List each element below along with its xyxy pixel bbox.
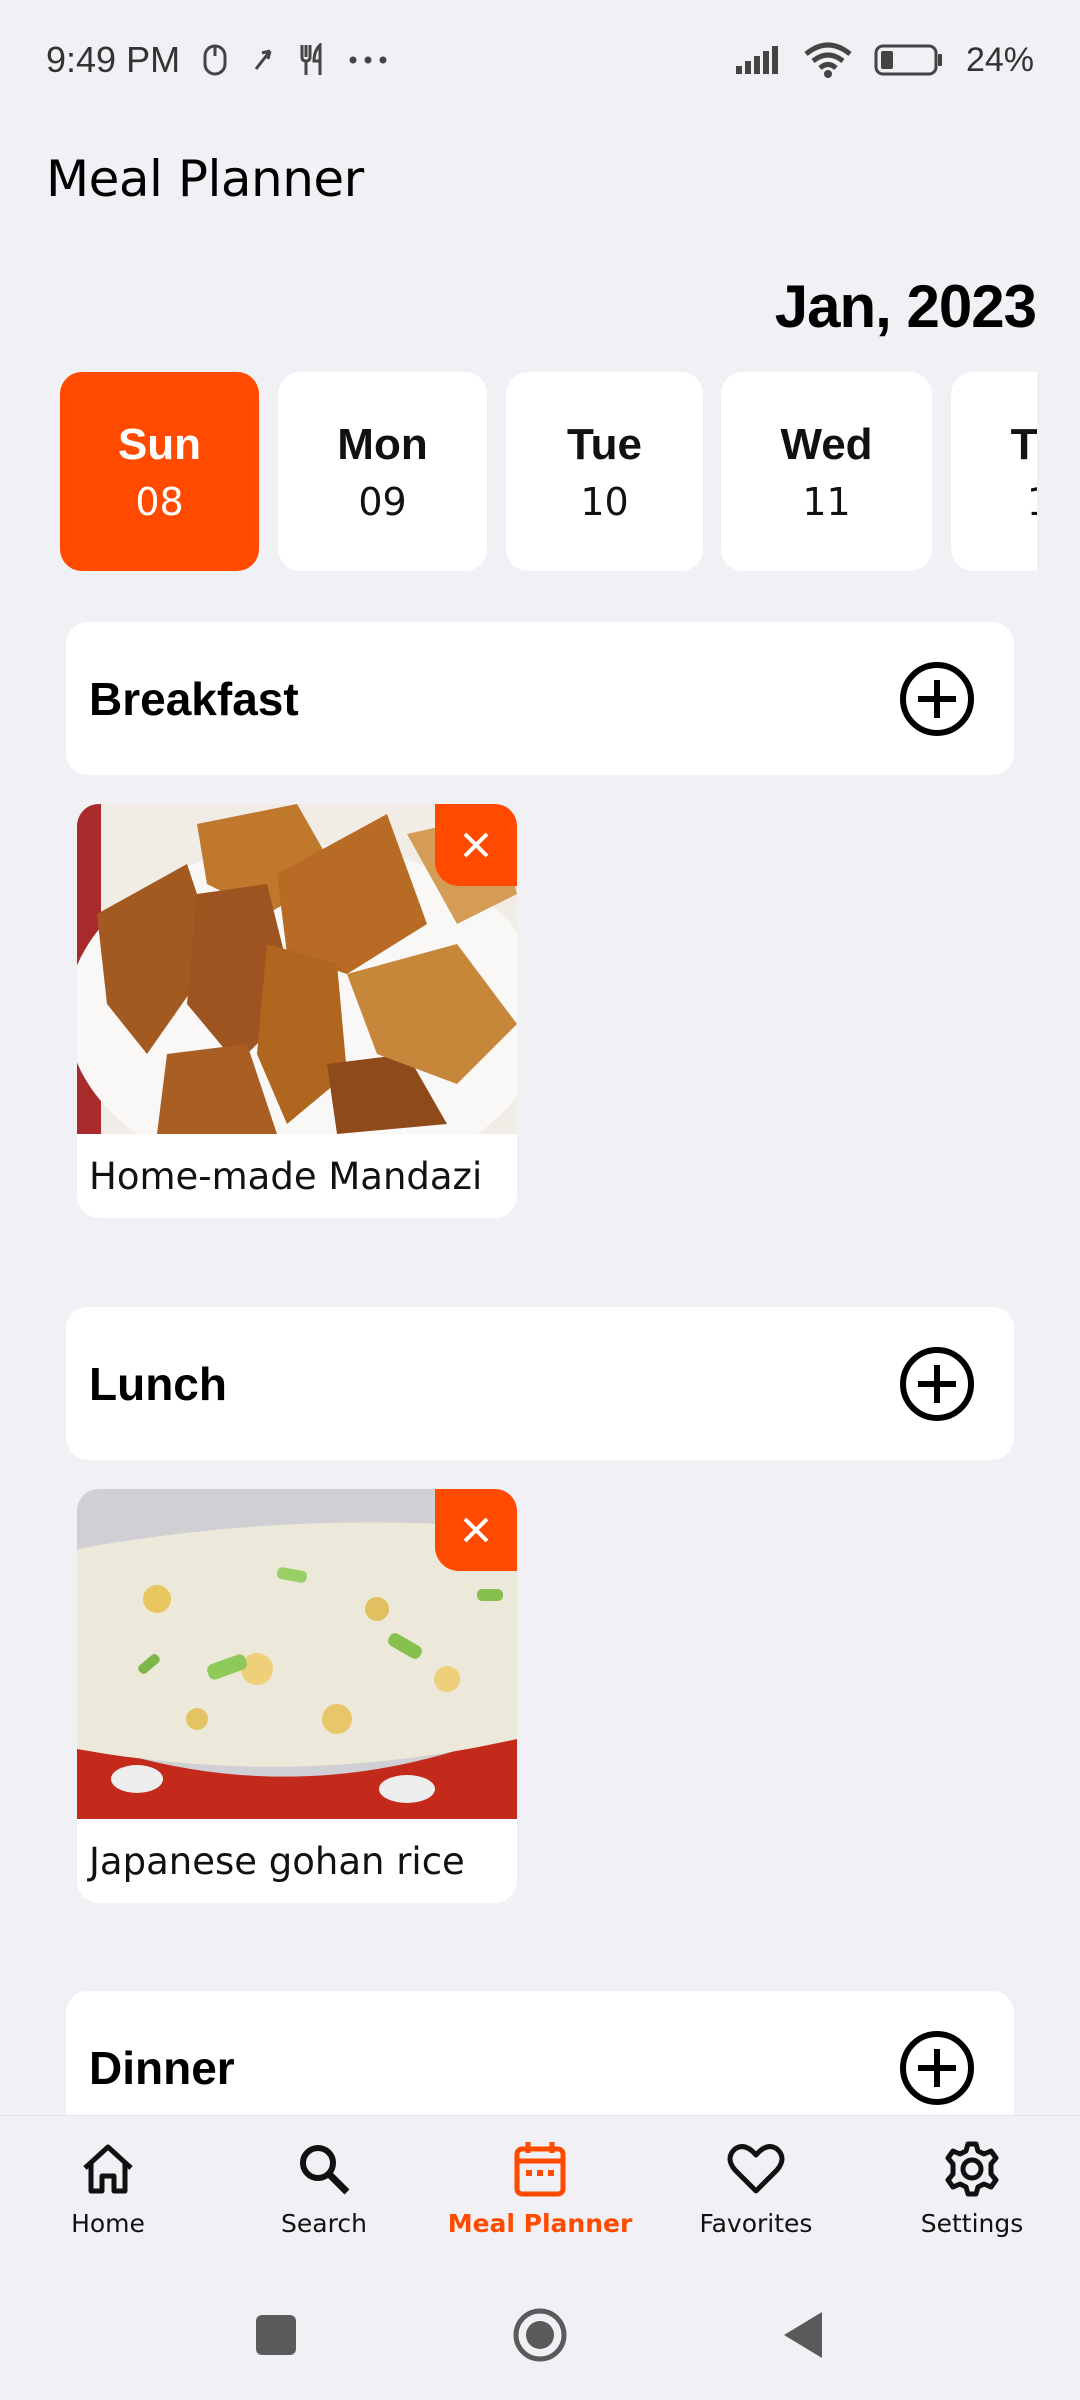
back-triangle-icon [784,2312,822,2358]
day-row: Sun 08 Mon 09 Tue 10 Wed 11 Thu 12 [60,372,1037,572]
status-time: 9:49 PM [46,39,181,80]
day-card-thu[interactable]: Thu 12 [951,372,1037,571]
home-system-button[interactable] [508,2303,572,2367]
close-icon [463,832,489,858]
add-circle-icon [900,2030,974,2105]
close-icon [463,1517,489,1543]
nav-label: Meal Planner [447,2208,633,2238]
recent-apps-button[interactable] [244,2303,308,2367]
remove-lunch-button[interactable] [435,1489,517,1571]
day-name: Thu [1010,419,1037,469]
sync-icon [250,40,276,80]
nav-item-home[interactable]: Home [8,2139,208,2238]
wifi-icon [804,40,852,80]
day-number: 12 [1027,480,1037,524]
gear-icon [942,2139,1002,2199]
heart-icon [726,2139,786,2199]
search-icon [294,2139,354,2199]
status-right: 24% [734,40,1034,80]
recipe-name: Japanese gohan rice [89,1839,465,1883]
gohan-rice-photo [77,1489,517,1819]
day-name: Wed [780,419,873,469]
day-strip[interactable]: Sun 08 Mon 09 Tue 10 Wed 11 Thu 12 [60,372,1037,572]
remove-breakfast-button[interactable] [435,804,517,886]
day-number: 11 [802,479,851,524]
system-navigation [0,2270,1080,2400]
page-title: Meal Planner [46,150,364,208]
add-dinner-button[interactable] [898,2029,976,2107]
home-icon [78,2139,138,2199]
day-number: 10 [580,479,629,524]
nav-item-search[interactable]: Search [224,2139,424,2238]
recipe-name: Home-made Mandazi [89,1154,483,1198]
day-number: 08 [135,479,184,524]
meal-title: Breakfast [89,672,299,725]
day-card-sun[interactable]: Sun 08 [60,372,259,571]
recipe-card-breakfast[interactable]: Home-made Mandazi [77,804,517,1218]
day-card-mon[interactable]: Mon 09 [278,372,487,571]
restaurant-icon [298,40,326,80]
nav-label: Settings [920,2208,1024,2238]
meal-section-lunch: Lunch [66,1307,1014,1460]
nav-label: Search [281,2208,367,2238]
meal-section-breakfast: Breakfast [66,622,1014,775]
more-icon [348,40,388,80]
calendar-icon [510,2139,570,2199]
day-number: 09 [358,479,407,524]
day-name: Tue [567,419,642,469]
back-button[interactable] [772,2303,836,2367]
status-left: 9:49 PM [46,39,388,81]
day-card-wed[interactable]: Wed 11 [721,372,932,571]
recipe-card-lunch[interactable]: Japanese gohan rice [77,1489,517,1903]
mouse-icon [202,40,228,80]
nav-label: Home [71,2208,145,2238]
circle-icon [513,2308,567,2362]
day-name: Mon [337,419,428,469]
nav-label: Favorites [699,2208,813,2238]
meal-title: Lunch [89,1357,227,1410]
battery-icon [874,40,944,80]
mandazi-photo [77,804,517,1134]
meal-title: Dinner [89,2041,235,2094]
add-lunch-button[interactable] [898,1345,976,1423]
bottom-navigation: Home Search Meal Planner Favorites Setti… [0,2115,1080,2260]
signal-icon [734,40,782,80]
nav-item-settings[interactable]: Settings [872,2139,1072,2238]
add-circle-icon [900,1346,974,1421]
day-name: Sun [117,419,202,469]
battery-percent: 24% [965,40,1034,79]
add-breakfast-button[interactable] [898,660,976,738]
add-circle-icon [900,661,974,736]
nav-item-favorites[interactable]: Favorites [656,2139,856,2238]
day-card-tue[interactable]: Tue 10 [506,372,703,571]
status-bar: 9:49 PM 24% [0,0,1080,120]
nav-item-meal-planner[interactable]: Meal Planner [440,2139,640,2238]
square-icon [256,2315,296,2355]
month-label: Jan, 2023 [774,273,1037,340]
